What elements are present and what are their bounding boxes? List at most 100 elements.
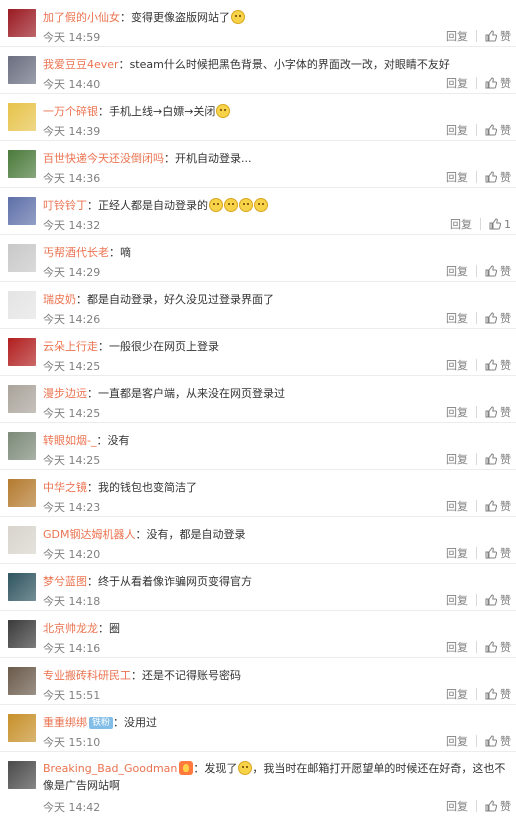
username-link[interactable]: 北京帅龙龙 [43, 622, 98, 635]
reply-button[interactable]: 回复 [446, 75, 468, 91]
like-button[interactable]: 赞 [485, 451, 511, 467]
comment-row: 一万个碎银：手机上线→白嫖→关闭 今天 14:39 回复 赞 [0, 94, 516, 141]
avatar[interactable] [8, 338, 36, 366]
avatar[interactable] [8, 761, 36, 789]
avatar[interactable] [8, 526, 36, 554]
reply-button[interactable]: 回复 [446, 798, 468, 814]
action-divider [476, 594, 477, 606]
reply-button[interactable]: 回复 [446, 169, 468, 185]
thumbs-up-icon [485, 406, 497, 418]
username-link[interactable]: 云朵上行走 [43, 340, 98, 353]
username-link[interactable]: 一万个碎银 [43, 105, 98, 118]
username-link[interactable]: 漫步边远 [43, 387, 87, 400]
thumbs-up-icon [485, 735, 497, 747]
username-link[interactable]: GDM钢达姆机器人 [43, 528, 136, 541]
like-button[interactable]: 赞 [485, 310, 511, 326]
username-link[interactable]: 重重绑绑 [43, 716, 87, 729]
comment-text: 正经人都是自动登录的 [98, 199, 208, 212]
emoji-icon [254, 198, 268, 212]
like-button[interactable]: 1 [489, 218, 511, 231]
avatar[interactable] [8, 432, 36, 460]
colon-separator: ： [87, 387, 98, 400]
like-button[interactable]: 赞 [485, 686, 511, 702]
like-button[interactable]: 赞 [485, 357, 511, 373]
colon-separator: ： [131, 669, 142, 682]
colon-separator: ： [98, 340, 109, 353]
reply-button[interactable]: 回复 [446, 592, 468, 608]
username-link[interactable]: Breaking_Bad_Goodman [43, 762, 177, 775]
avatar[interactable] [8, 291, 36, 319]
comment-body: Breaking_Bad_Goodman ：发现了 ，我当时在邮箱打开愿望单的时候还… [43, 760, 510, 794]
avatar-image [8, 667, 36, 695]
username-link[interactable]: 丐帮酒代长老 [43, 246, 109, 259]
like-button[interactable]: 赞 [485, 169, 511, 185]
avatar[interactable] [8, 620, 36, 648]
comment-actions: 回复 赞 [446, 170, 511, 184]
reply-button[interactable]: 回复 [446, 122, 468, 138]
comment-actions: 回复 赞 [446, 640, 511, 654]
username-link[interactable]: 中华之镜 [43, 481, 87, 494]
comment-row: 转眼如烟-_：没有 今天 14:25 回复 赞 [0, 423, 516, 470]
reply-button[interactable]: 回复 [446, 639, 468, 655]
avatar[interactable] [8, 150, 36, 178]
avatar[interactable] [8, 667, 36, 695]
comment-body: 丐帮酒代长老：嘀 [43, 245, 510, 260]
reply-button[interactable]: 回复 [446, 310, 468, 326]
comment-actions: 回复 赞 [446, 311, 511, 325]
comment-text: steam什么时候把黑色背景、小字体的界面改一改，对眼睛不友好 [129, 58, 450, 71]
action-divider [476, 547, 477, 559]
action-divider [480, 218, 481, 230]
username-link[interactable]: 瑞皮奶 [43, 293, 76, 306]
username-link[interactable]: 我爱豆豆4ever [43, 58, 119, 71]
reply-button[interactable]: 回复 [446, 404, 468, 420]
reply-button[interactable]: 回复 [446, 263, 468, 279]
reply-button[interactable]: 回复 [446, 498, 468, 514]
action-divider [476, 265, 477, 277]
like-button[interactable]: 赞 [485, 28, 511, 44]
username-link[interactable]: 专业搬砖科研民工 [43, 669, 131, 682]
comment-text: 没有 [107, 434, 130, 447]
comment-actions: 回复 赞 [446, 499, 511, 513]
reply-button[interactable]: 回复 [446, 28, 468, 44]
avatar[interactable] [8, 244, 36, 272]
avatar[interactable] [8, 573, 36, 601]
like-button[interactable]: 赞 [485, 798, 511, 814]
avatar[interactable] [8, 9, 36, 37]
comment-text: 都是自动登录，好久没见过登录界面了 [87, 293, 274, 306]
like-button[interactable]: 赞 [485, 263, 511, 279]
avatar[interactable] [8, 714, 36, 742]
reply-button[interactable]: 回复 [446, 451, 468, 467]
like-button[interactable]: 赞 [485, 733, 511, 749]
comment-row: 我爱豆豆4ever：steam什么时候把黑色背景、小字体的界面改一改，对眼睛不友… [0, 47, 516, 94]
avatar[interactable] [8, 385, 36, 413]
like-button[interactable]: 赞 [485, 122, 511, 138]
like-button[interactable]: 赞 [485, 404, 511, 420]
comment-row: 梦兮蓝图：终于从看着像诈骗网页变得官方 今天 14:18 回复 赞 [0, 564, 516, 611]
like-button[interactable]: 赞 [485, 75, 511, 91]
reply-button[interactable]: 回复 [446, 733, 468, 749]
thumbs-up-icon [485, 124, 497, 136]
like-label: 赞 [500, 547, 511, 560]
reply-button[interactable]: 回复 [446, 357, 468, 373]
avatar[interactable] [8, 56, 36, 84]
colon-separator: ： [109, 246, 120, 259]
username-link[interactable]: 转眼如烟-_ [43, 434, 96, 447]
like-button[interactable]: 赞 [485, 545, 511, 561]
avatar[interactable] [8, 479, 36, 507]
like-button[interactable]: 赞 [485, 639, 511, 655]
avatar-image [8, 761, 36, 789]
reply-button[interactable]: 回复 [446, 686, 468, 702]
reply-button[interactable]: 回复 [450, 216, 472, 232]
reply-button[interactable]: 回复 [446, 545, 468, 561]
avatar[interactable] [8, 103, 36, 131]
username-link[interactable]: 百世快递今天还没倒闭吗 [43, 152, 164, 165]
like-label: 赞 [500, 800, 511, 813]
username-link[interactable]: 加了假的小仙女 [43, 11, 120, 24]
like-button[interactable]: 赞 [485, 498, 511, 514]
comment-timestamp: 今天 14:16 [43, 642, 101, 655]
like-button[interactable]: 赞 [485, 592, 511, 608]
avatar[interactable] [8, 197, 36, 225]
username-link[interactable]: 叮铃铃丁 [43, 199, 87, 212]
username-link[interactable]: 梦兮蓝图 [43, 575, 87, 588]
comment-actions: 回复 赞 [446, 405, 511, 419]
